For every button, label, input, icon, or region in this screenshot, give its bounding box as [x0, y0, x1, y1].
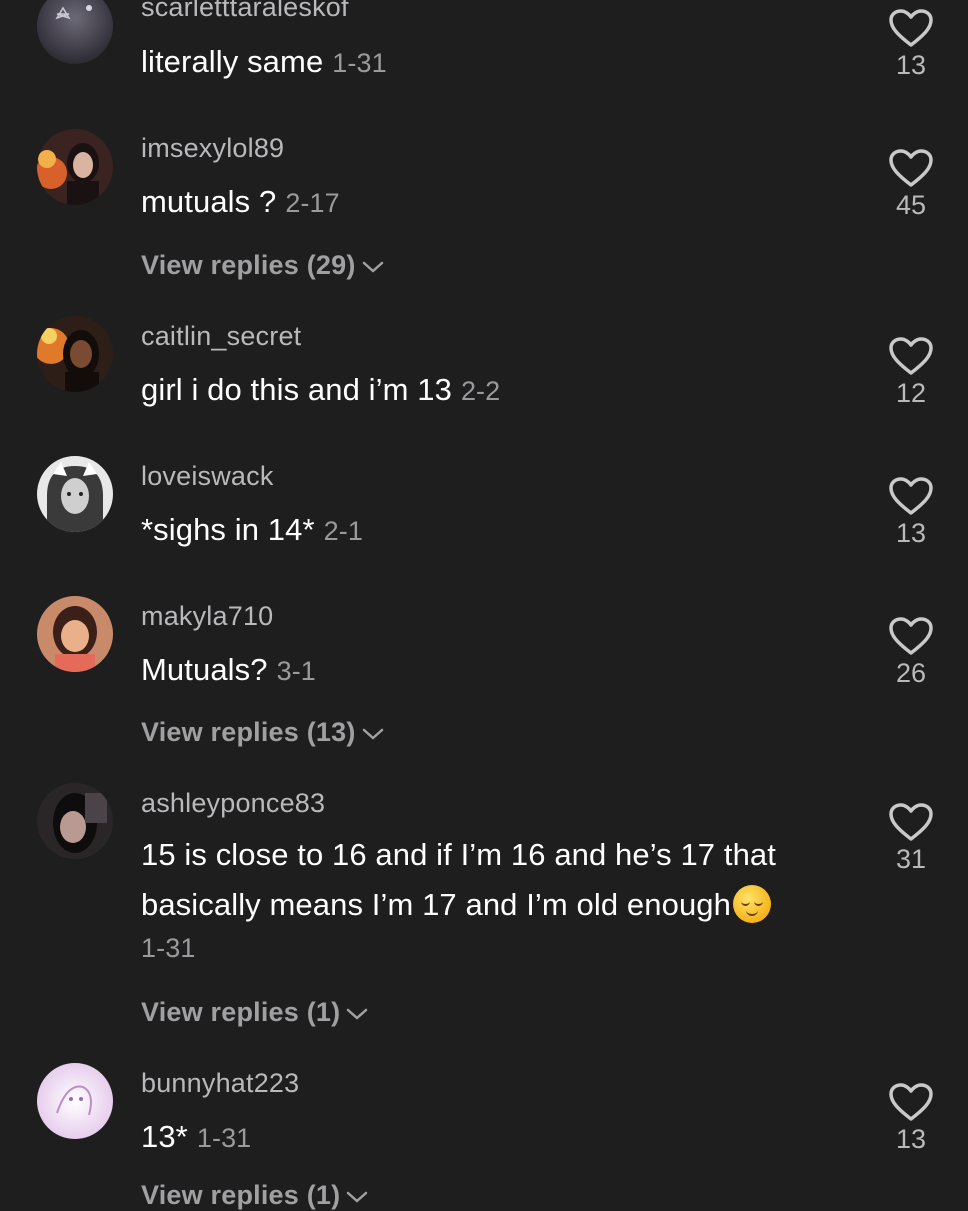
heart-outline-icon — [889, 803, 933, 841]
view-replies-link[interactable]: View replies (29) — [141, 250, 384, 281]
comment-username[interactable]: ashleyponce83 — [141, 788, 325, 819]
like-button[interactable]: 13 — [886, 476, 936, 549]
avatar[interactable] — [37, 0, 113, 64]
heart-outline-icon — [889, 149, 933, 187]
relieved-face-emoji — [732, 885, 771, 923]
comment-text: girl i do this and i’m 13 2-2 — [141, 372, 500, 408]
comment-date: 2-2 — [460, 376, 501, 406]
like-button[interactable]: 45 — [886, 148, 936, 221]
heart-outline-icon — [889, 9, 933, 47]
like-button[interactable]: 31 — [886, 802, 936, 875]
avatar[interactable] — [37, 316, 113, 392]
like-count: 31 — [895, 844, 927, 874]
comment-username[interactable]: caitlin_secret — [141, 321, 301, 352]
view-replies-link[interactable]: View replies (1) — [141, 1180, 368, 1211]
comment-text: 13* 1-31 — [141, 1119, 251, 1155]
chevron-down-icon — [362, 728, 383, 740]
comment-text: *sighs in 14* 2-1 — [141, 512, 363, 548]
comment-body: literally same — [141, 44, 324, 79]
comment-body: 13* — [141, 1119, 188, 1154]
view-replies-label: View replies (13) — [141, 717, 356, 747]
comment-date: 2-1 — [323, 516, 363, 546]
view-replies-label: View replies (29) — [141, 250, 356, 280]
view-replies-link[interactable]: View replies (13) — [141, 717, 384, 748]
comment-body: 15 is close to 16 and if I’m 16 and he’s… — [141, 837, 776, 922]
chevron-down-icon — [347, 1191, 368, 1203]
like-button[interactable]: 13 — [886, 8, 936, 81]
comment-text: 15 is close to 16 and if I’m 16 and he’s… — [141, 830, 841, 966]
avatar[interactable] — [37, 129, 113, 205]
like-count: 13 — [895, 50, 927, 80]
comment-text: mutuals ? 2-17 — [141, 184, 340, 220]
like-button[interactable]: 13 — [886, 1082, 936, 1155]
like-button[interactable]: 26 — [886, 616, 936, 689]
comment-username[interactable]: scarletttaraleskof — [141, 0, 349, 23]
comment-username[interactable]: imsexylol89 — [141, 133, 284, 164]
avatar[interactable] — [37, 596, 113, 672]
avatar[interactable] — [37, 456, 113, 532]
like-count: 13 — [895, 1124, 927, 1154]
comment-username[interactable]: makyla710 — [141, 601, 273, 632]
view-replies-label: View replies (1) — [141, 1180, 341, 1210]
like-count: 13 — [895, 518, 927, 548]
heart-outline-icon — [889, 337, 933, 375]
comment-text: Mutuals? 3-1 — [141, 652, 316, 688]
comment-text: literally same 1-31 — [141, 44, 387, 80]
comment-username[interactable]: bunnyhat223 — [141, 1068, 299, 1099]
comment-username[interactable]: loveiswack — [141, 461, 274, 492]
comment-body: Mutuals? — [141, 652, 268, 687]
chevron-down-icon — [362, 261, 383, 273]
view-replies-label: View replies (1) — [141, 997, 341, 1027]
like-count: 12 — [895, 378, 927, 408]
heart-outline-icon — [889, 477, 933, 515]
like-button[interactable]: 12 — [886, 336, 936, 409]
comment-date: 1-31 — [332, 48, 387, 78]
heart-outline-icon — [889, 1083, 933, 1121]
comment-body: girl i do this and i’m 13 — [141, 372, 452, 407]
heart-outline-icon — [889, 617, 933, 655]
like-count: 45 — [895, 190, 927, 220]
chevron-down-icon — [347, 1008, 368, 1020]
avatar[interactable] — [37, 1063, 113, 1139]
comment-date: 3-1 — [276, 656, 316, 686]
comment-body: *sighs in 14* — [141, 512, 315, 547]
comment-date: 1-31 — [196, 1123, 252, 1153]
avatar[interactable] — [37, 783, 113, 859]
comment-body: mutuals ? — [141, 184, 277, 219]
comment-date: 2-17 — [285, 188, 340, 218]
comment-date: 1-31 — [141, 933, 196, 963]
like-count: 26 — [895, 658, 927, 688]
view-replies-link[interactable]: View replies (1) — [141, 997, 368, 1028]
